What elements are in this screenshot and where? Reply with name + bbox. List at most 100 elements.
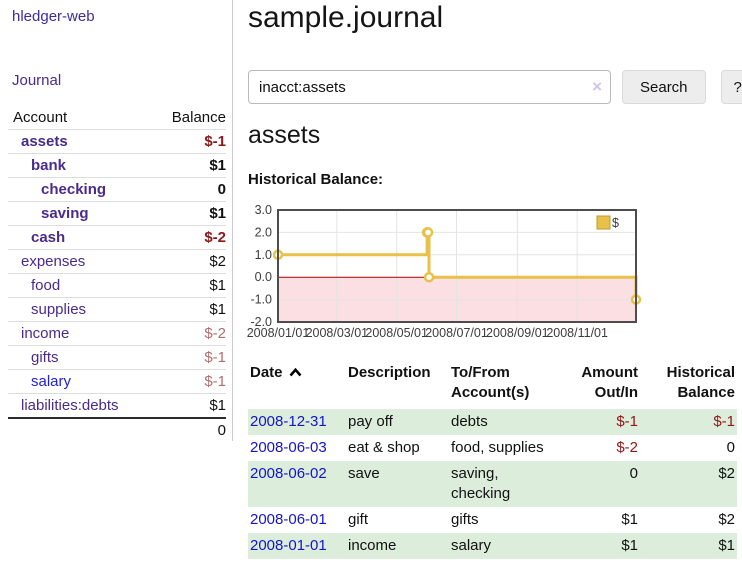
account-row: supplies $1 xyxy=(8,297,226,321)
register-row: 2008-06-01 gift gifts $1 $2 xyxy=(248,507,737,533)
column-header-balance: Historical Balance xyxy=(640,361,737,409)
accounts-cell: food, supplies xyxy=(449,435,567,461)
date-link[interactable]: 2008-06-03 xyxy=(250,439,327,456)
account-link-expenses[interactable]: expenses xyxy=(21,253,85,270)
balance-value: $1 xyxy=(209,157,226,174)
search-form: × Search ? xyxy=(248,70,742,104)
balance-value: $-1 xyxy=(204,349,226,366)
svg-text:2008/03/01: 2008/03/01 xyxy=(306,326,369,340)
description-cell: gift xyxy=(346,507,449,533)
account-row: liabilities:debts $1 xyxy=(8,393,226,417)
search-button[interactable]: Search xyxy=(622,70,706,104)
balance-total-row: 0 xyxy=(8,417,226,441)
balance-value: $2 xyxy=(209,253,226,270)
balance-value: $-2 xyxy=(204,325,226,342)
search-input[interactable] xyxy=(248,70,611,104)
column-header-amount: Amount Out/In xyxy=(567,361,640,409)
date-link[interactable]: 2008-01-01 xyxy=(250,537,327,554)
balance-value: $1 xyxy=(209,397,226,414)
amount-cell: $1 xyxy=(567,533,640,559)
description-cell: pay off xyxy=(346,409,449,435)
accounts-cell: salary xyxy=(449,533,567,559)
account-title: assets xyxy=(248,121,320,150)
account-link-liabilities-debts[interactable]: liabilities:debts xyxy=(21,397,119,414)
balance-header-line1: Historical xyxy=(667,364,735,381)
balance-value: $-2 xyxy=(204,229,226,246)
amount-header-line1: Amount xyxy=(581,364,638,381)
clear-search-icon[interactable]: × xyxy=(592,77,602,97)
account-row: expenses $2 xyxy=(8,249,226,273)
chart-canvas[interactable]: 2008/01/012008/03/012008/05/012008/07/01… xyxy=(248,203,644,345)
account-row: saving $1 xyxy=(8,201,226,225)
description-cell: save xyxy=(346,461,449,507)
date-link[interactable]: 2008-12-31 xyxy=(250,413,327,430)
account-link-saving[interactable]: saving xyxy=(41,205,89,222)
balance-cell: $2 xyxy=(640,507,737,533)
balance-table-header: Account Balance xyxy=(8,105,226,129)
register-header-row: Date Description To/From Account(s) Amou… xyxy=(248,361,737,409)
account-link-assets[interactable]: assets xyxy=(21,133,68,150)
accounts-cell: gifts xyxy=(449,507,567,533)
column-header-date[interactable]: Date xyxy=(248,361,346,409)
account-link-bank[interactable]: bank xyxy=(31,157,66,174)
balance-value: 0 xyxy=(218,181,226,198)
chart-title: Historical Balance: xyxy=(248,171,383,188)
account-row: food $1 xyxy=(8,273,226,297)
svg-text:2008/07/01: 2008/07/01 xyxy=(425,326,488,340)
page-title: sample.journal xyxy=(248,1,443,35)
date-header-label: Date xyxy=(250,364,283,381)
account-row: assets $-1 xyxy=(8,129,226,153)
register-row: 2008-01-01 income salary $1 $1 xyxy=(248,533,737,559)
account-balance-table: Account Balance assets $-1 bank $1 check… xyxy=(8,105,226,441)
balance-cell: $1 xyxy=(640,533,737,559)
accounts-cell: debts xyxy=(449,409,567,435)
legend-label: $ xyxy=(612,216,619,230)
balance-value: $-1 xyxy=(204,373,226,390)
svg-text:-2.0: -2.0 xyxy=(250,315,272,329)
account-row: checking 0 xyxy=(8,177,226,201)
account-link-gifts[interactable]: gifts xyxy=(31,349,59,366)
account-link-cash[interactable]: cash xyxy=(31,229,65,246)
date-link[interactable]: 2008-06-02 xyxy=(250,465,327,482)
balance-column-header: Balance xyxy=(172,109,226,126)
balance-cell: 0 xyxy=(640,435,737,461)
date-link[interactable]: 2008-06-01 xyxy=(250,511,327,528)
account-row: bank $1 xyxy=(8,153,226,177)
svg-text:2008/11/01: 2008/11/01 xyxy=(546,326,608,340)
accounts-header-line1: To/From xyxy=(451,364,510,381)
sidebar-item-journal[interactable]: Journal xyxy=(12,72,61,89)
account-link-income[interactable]: income xyxy=(21,325,69,342)
account-link-checking[interactable]: checking xyxy=(41,181,106,198)
help-button[interactable]: ? xyxy=(721,70,742,104)
historical-balance-chart[interactable]: 2008/01/012008/03/012008/05/012008/07/01… xyxy=(248,203,644,345)
svg-text:0.0: 0.0 xyxy=(255,270,272,284)
svg-text:-1.0: -1.0 xyxy=(250,293,272,307)
amount-cell: $-1 xyxy=(567,409,640,435)
description-cell: income xyxy=(346,533,449,559)
account-row: salary $-1 xyxy=(8,369,226,393)
svg-text:2008/05/01: 2008/05/01 xyxy=(365,326,428,340)
main-content: sample.journal × Search ? assets Histori… xyxy=(248,0,742,582)
svg-text:1.0: 1.0 xyxy=(255,248,272,262)
sidebar: hledger-web Journal Account Balance asse… xyxy=(0,0,233,441)
account-column-header: Account xyxy=(8,109,172,126)
amount-cell: $1 xyxy=(567,507,640,533)
legend-swatch xyxy=(597,216,610,229)
brand-link[interactable]: hledger-web xyxy=(12,8,95,25)
account-row: income $-2 xyxy=(8,321,226,345)
account-link-salary[interactable]: salary xyxy=(31,373,71,390)
register-row: 2008-06-03 eat & shop food, supplies $-2… xyxy=(248,435,737,461)
amount-header-line2: Out/In xyxy=(595,384,638,401)
register-table: Date Description To/From Account(s) Amou… xyxy=(248,361,737,559)
amount-cell: 0 xyxy=(567,461,640,507)
total-balance-value: 0 xyxy=(218,422,226,439)
description-cell: eat & shop xyxy=(346,435,449,461)
balance-cell: $-1 xyxy=(640,409,737,435)
amount-cell: $-2 xyxy=(567,435,640,461)
column-header-description: Description xyxy=(346,361,449,409)
register-row: 2008-06-02 save saving, checking 0 $2 xyxy=(248,461,737,507)
accounts-cell: saving, checking xyxy=(449,461,567,507)
column-header-accounts: To/From Account(s) xyxy=(449,361,567,409)
account-link-supplies[interactable]: supplies xyxy=(31,301,86,318)
account-link-food[interactable]: food xyxy=(31,277,60,294)
